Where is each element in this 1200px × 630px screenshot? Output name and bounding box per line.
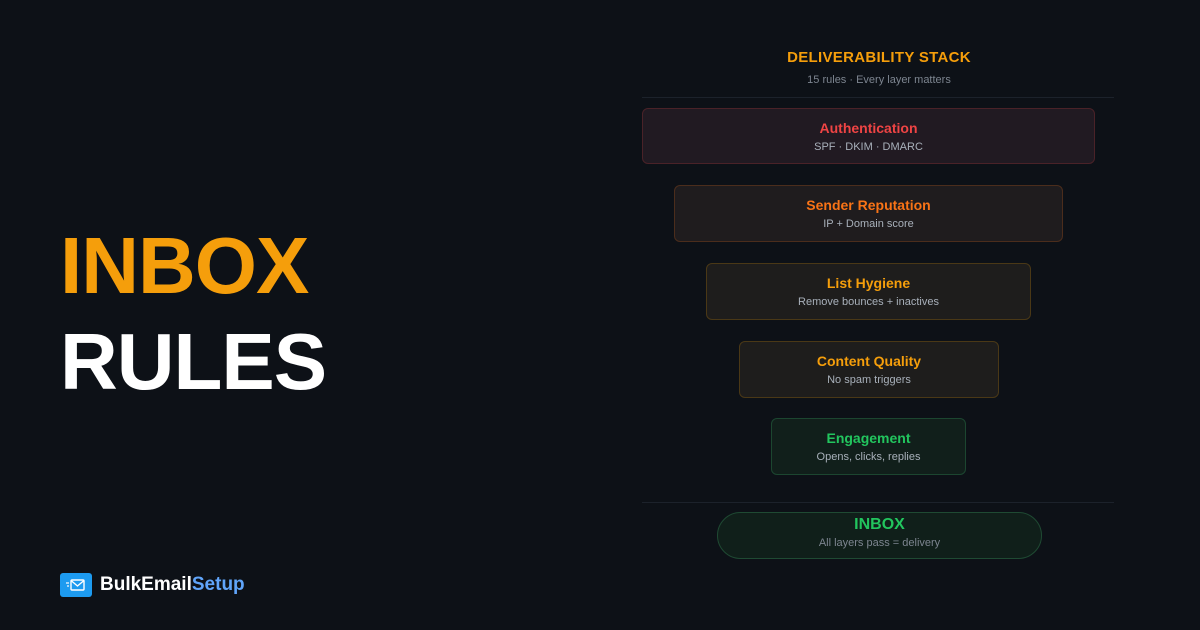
page: INBOX RULES BulkEmailSetup DELIVERABILIT… [0,0,1200,630]
layer-content-quality: Content Quality No spam triggers [739,341,999,398]
brand-name-primary: BulkEmail [100,574,192,595]
stack-title: DELIVERABILITY STACK [787,49,971,66]
inbox-result-description: All layers pass = delivery [818,537,941,549]
layer-description: IP + Domain score [823,218,914,230]
brand-name-accent: Setup [191,574,245,595]
layer-description: SPF · DKIM · DMARC [814,141,923,153]
layer-name: Content Quality [816,353,922,369]
hero-title: INBOX RULES [60,218,327,410]
layer-list-hygiene: List Hygiene Remove bounces + inactives [706,263,1031,320]
stack-subtitle: 15 rules · Every layer matters [807,74,951,86]
inbox-result-name: INBOX [854,516,905,533]
layer-name: List Hygiene [826,275,911,291]
hero-title-line2: RULES [60,317,327,406]
layer-name: Sender Reputation [806,197,931,213]
layer-description: Opens, clicks, replies [816,451,921,463]
brand-logo-lockup: BulkEmailSetup [60,573,245,597]
inbox-result-pill: INBOX All layers pass = delivery [717,512,1042,559]
layer-name: Engagement [826,430,911,446]
stack-top-divider [642,97,1114,98]
layer-description: No spam triggers [827,374,911,386]
layer-engagement: Engagement Opens, clicks, replies [771,418,966,475]
layer-sender-reputation: Sender Reputation IP + Domain score [674,185,1063,242]
layer-description: Remove bounces + inactives [798,296,939,308]
hero-title-line1: INBOX [60,221,309,310]
stack-bottom-divider [642,502,1114,503]
envelope-icon [60,573,92,597]
layer-authentication: Authentication SPF · DKIM · DMARC [642,108,1095,164]
brand-name: BulkEmailSetup [100,574,245,596]
layer-name: Authentication [819,120,918,136]
